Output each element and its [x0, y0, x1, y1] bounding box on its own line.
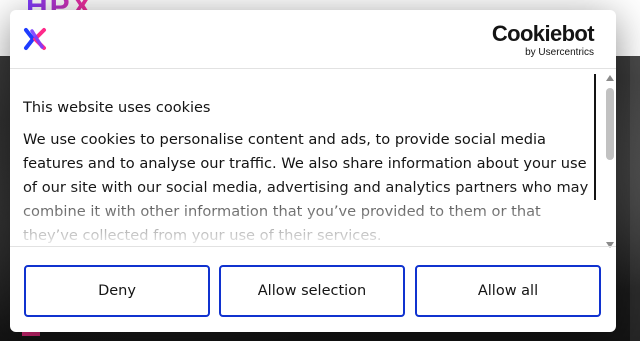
- dialog-content: This website uses cookies We use cookies…: [23, 82, 595, 250]
- cookie-consent-dialog: Cookiebot by Usercentrics This website u…: [10, 10, 616, 332]
- cookiebot-byline: by Usercentrics: [525, 47, 594, 58]
- dialog-header: Cookiebot by Usercentrics: [10, 10, 616, 69]
- cookiebot-logo[interactable]: Cookiebot by Usercentrics: [491, 21, 595, 59]
- allow-selection-button[interactable]: Allow selection: [219, 265, 405, 317]
- scrollbar-thumb[interactable]: [606, 88, 614, 160]
- page-scrollbar[interactable]: [630, 0, 640, 341]
- allow-all-button[interactable]: Allow all: [415, 265, 601, 317]
- cookiebot-name: Cookiebot: [491, 21, 595, 46]
- site-x-logo-icon: [24, 28, 46, 50]
- scroll-up-icon[interactable]: [606, 75, 614, 81]
- deny-button[interactable]: Deny: [24, 265, 210, 317]
- content-scroll-indicator: [594, 74, 596, 200]
- content-fade: [23, 186, 595, 250]
- dialog-scrollbar[interactable]: [604, 74, 616, 248]
- dialog-footer: Deny Allow selection Allow all: [10, 246, 616, 332]
- dialog-title: This website uses cookies: [23, 100, 211, 116]
